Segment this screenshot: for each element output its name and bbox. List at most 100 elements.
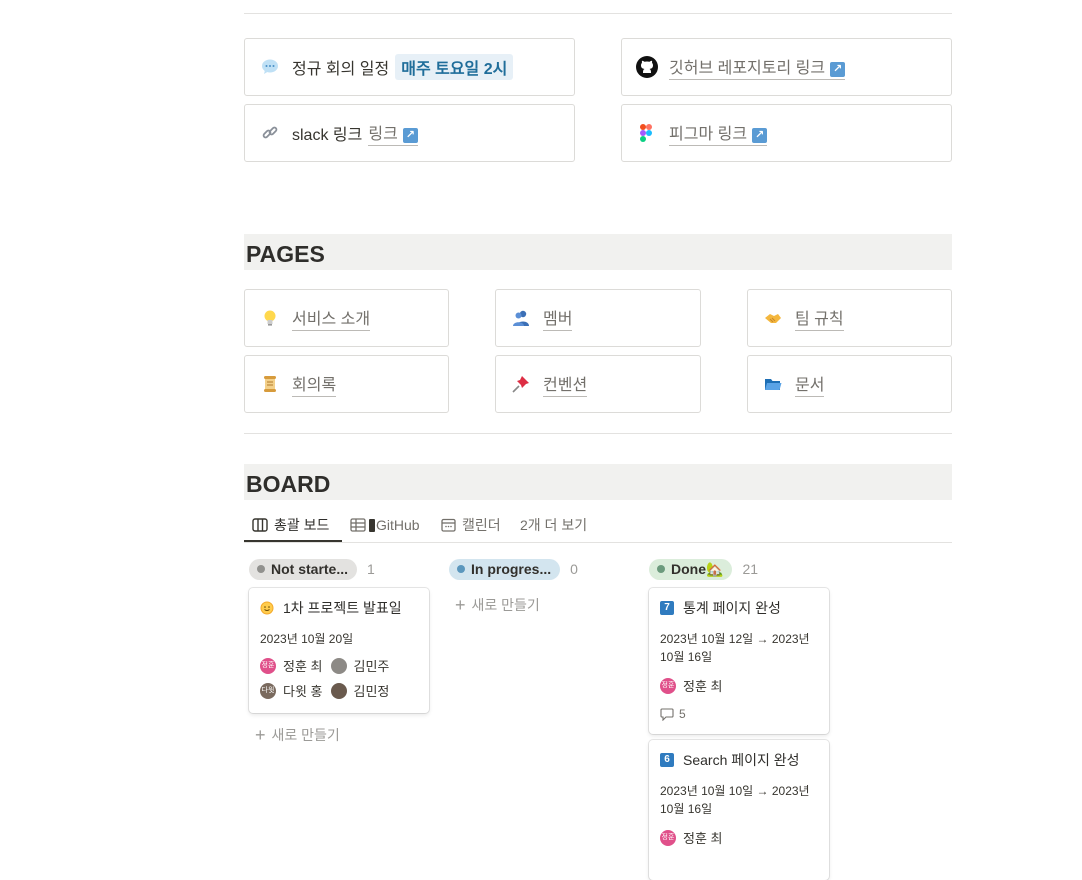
pushpin-icon [512, 375, 530, 393]
tab-github[interactable]: GitHub [350, 508, 420, 542]
card-number: 7 [660, 601, 674, 615]
external-link-icon: ↗ [752, 128, 768, 143]
person-tag: 정훈 정훈 최 [660, 676, 723, 695]
external-link-icon: ↗ [402, 128, 418, 143]
handshake-icon [764, 309, 782, 327]
tab-label: GitHub [376, 517, 420, 533]
avatar [330, 682, 347, 699]
figma-link-card[interactable]: 피그마 링크 ↗ [621, 104, 952, 162]
status-pill: Not starte... [249, 558, 358, 580]
page-card-members[interactable]: 멤버 [495, 289, 701, 347]
page-label-service-intro: 서비스 소개 [292, 305, 371, 331]
page-card-service-intro[interactable]: 서비스 소개 [244, 289, 449, 347]
page-label-members: 멤버 [543, 305, 573, 331]
person-name: 다윗 홍 [283, 684, 323, 699]
tab-label: 2개 더 보기 [520, 517, 588, 533]
column-count: 0 [570, 561, 578, 577]
card-date: 2023년 10월 10일 → 2023년 10월 16일 [660, 784, 810, 816]
figma-icon [637, 124, 655, 142]
new-card-button-in-progress[interactable]: + 새로 만들기 [455, 595, 540, 615]
card-title: 6 Search 페이지 완성 [660, 750, 818, 770]
person-name: 정훈 최 [683, 831, 723, 846]
figma-label: 피그마 링크 [669, 126, 748, 143]
section-divider [244, 433, 952, 434]
avatar: 다윗 [260, 682, 276, 699]
person-tag: 정훈 정훈 최 [260, 656, 323, 675]
page-label-minutes: 회의록 [292, 371, 337, 397]
number-six-icon: 6 [660, 753, 674, 767]
status-dot [257, 565, 265, 573]
person-tag: 김민주 [330, 656, 389, 675]
person-tag: 다윗 다윗 홍 [260, 681, 323, 700]
column-header-in-progress[interactable]: In progres... 0 [449, 558, 578, 580]
page-card-minutes[interactable]: 회의록 [244, 355, 449, 413]
tab-more-views[interactable]: 2개 더 보기 [520, 508, 587, 542]
person-name: 정훈 최 [283, 659, 323, 674]
slack-label: slack 링크 [292, 127, 363, 144]
scroll-icon [261, 375, 279, 393]
tabs-divider [244, 542, 952, 543]
slack-link-card[interactable]: slack 링크 링크 ↗ [244, 104, 575, 162]
plus-icon: + [255, 725, 266, 745]
external-link-icon: ↗ [830, 62, 846, 77]
new-card-label: 새로 만들기 [471, 597, 540, 613]
new-card-button-not-started[interactable]: + 새로 만들기 [255, 725, 340, 745]
github-repo-link[interactable]: 깃허브 레포지토리 링크 ↗ [669, 54, 846, 80]
status-label: Not starte... [271, 561, 349, 577]
comment-icon [660, 707, 674, 721]
board-card-stats-page[interactable]: 7 통계 페이지 완성 2023년 10월 12일 → 2023년 10월 16… [649, 588, 829, 734]
person-tag: 정훈 정훈 최 [660, 828, 723, 847]
card-title-text: Search 페이지 완성 [683, 752, 800, 768]
meeting-schedule-label: 정규 회의 일정 [292, 61, 390, 78]
page-card-team-rules[interactable]: 팀 규칙 [747, 289, 952, 347]
folder-icon [764, 375, 782, 393]
column-header-not-started[interactable]: Not starte... 1 [249, 558, 375, 580]
column-count: 21 [742, 561, 759, 577]
card-title: 7 통계 페이지 완성 [660, 598, 818, 618]
card-title-text: 통계 페이지 완성 [683, 600, 781, 616]
table-icon [350, 518, 366, 532]
card-comments: 5 [660, 707, 818, 721]
people-icon [512, 309, 530, 327]
status-pill: In progres... [449, 558, 561, 580]
meeting-schedule-card[interactable]: 정규 회의 일정 매주 토요일 2시 [244, 38, 575, 96]
status-dot [657, 565, 665, 573]
card-date: 2023년 10월 20일 [260, 632, 354, 646]
page-card-docs[interactable]: 문서 [747, 355, 952, 413]
github-repo-label: 깃허브 레포지토리 링크 [669, 60, 826, 77]
status-label: In progres... [471, 561, 552, 577]
number-seven-icon: 7 [660, 601, 674, 615]
board-card-search-page[interactable]: 6 Search 페이지 완성 2023년 10월 10일 → 2023년 10… [649, 740, 829, 880]
person-name: 정훈 최 [683, 679, 723, 694]
pages-heading: PAGES [244, 234, 952, 270]
slack-link-text: 링크 [368, 126, 398, 143]
comment-count: 5 [679, 707, 686, 721]
avatar: 정훈 [260, 657, 276, 674]
card-number: 6 [660, 753, 674, 767]
github-repo-card[interactable]: 깃허브 레포지토리 링크 ↗ [621, 38, 952, 96]
avatar: 정훈 [660, 677, 676, 694]
slack-link[interactable]: 링크 ↗ [368, 120, 418, 146]
card-people: 정훈 정훈 최 [660, 676, 818, 695]
board-heading: BOARD [244, 464, 952, 500]
top-divider [244, 13, 952, 14]
avatar: 정훈 [660, 829, 676, 846]
meeting-schedule-highlight: 매주 토요일 2시 [395, 54, 514, 80]
page-label-docs: 문서 [795, 371, 825, 397]
card-people: 정훈 정훈 최 김민주 다윗 다윗 홍 김민정 [260, 656, 418, 700]
status-pill: Done🏡 [649, 558, 733, 580]
page-card-convention[interactable]: 컨벤션 [495, 355, 701, 413]
figma-link[interactable]: 피그마 링크 ↗ [669, 120, 768, 146]
board-card-presentation[interactable]: 1차 프로젝트 발표일 2023년 10월 20일 정훈 정훈 최 김민주 다윗 다… [249, 588, 429, 713]
new-card-label: 새로 만들기 [271, 727, 340, 743]
card-title: 1차 프로젝트 발표일 [260, 598, 418, 618]
card-date: 2023년 10월 12일 → 2023년 10월 16일 [660, 632, 810, 664]
column-header-done[interactable]: Done🏡 21 [649, 558, 758, 580]
card-people: 정훈 정훈 최 [660, 828, 818, 847]
tab-calendar[interactable]: 캘린더 [441, 508, 501, 542]
plus-icon: + [455, 595, 466, 615]
github-icon [635, 55, 659, 79]
tab-overview-board[interactable]: 총괄 보드 [252, 508, 329, 542]
speech-bubble-icon [261, 58, 279, 76]
column-count: 1 [367, 561, 375, 577]
